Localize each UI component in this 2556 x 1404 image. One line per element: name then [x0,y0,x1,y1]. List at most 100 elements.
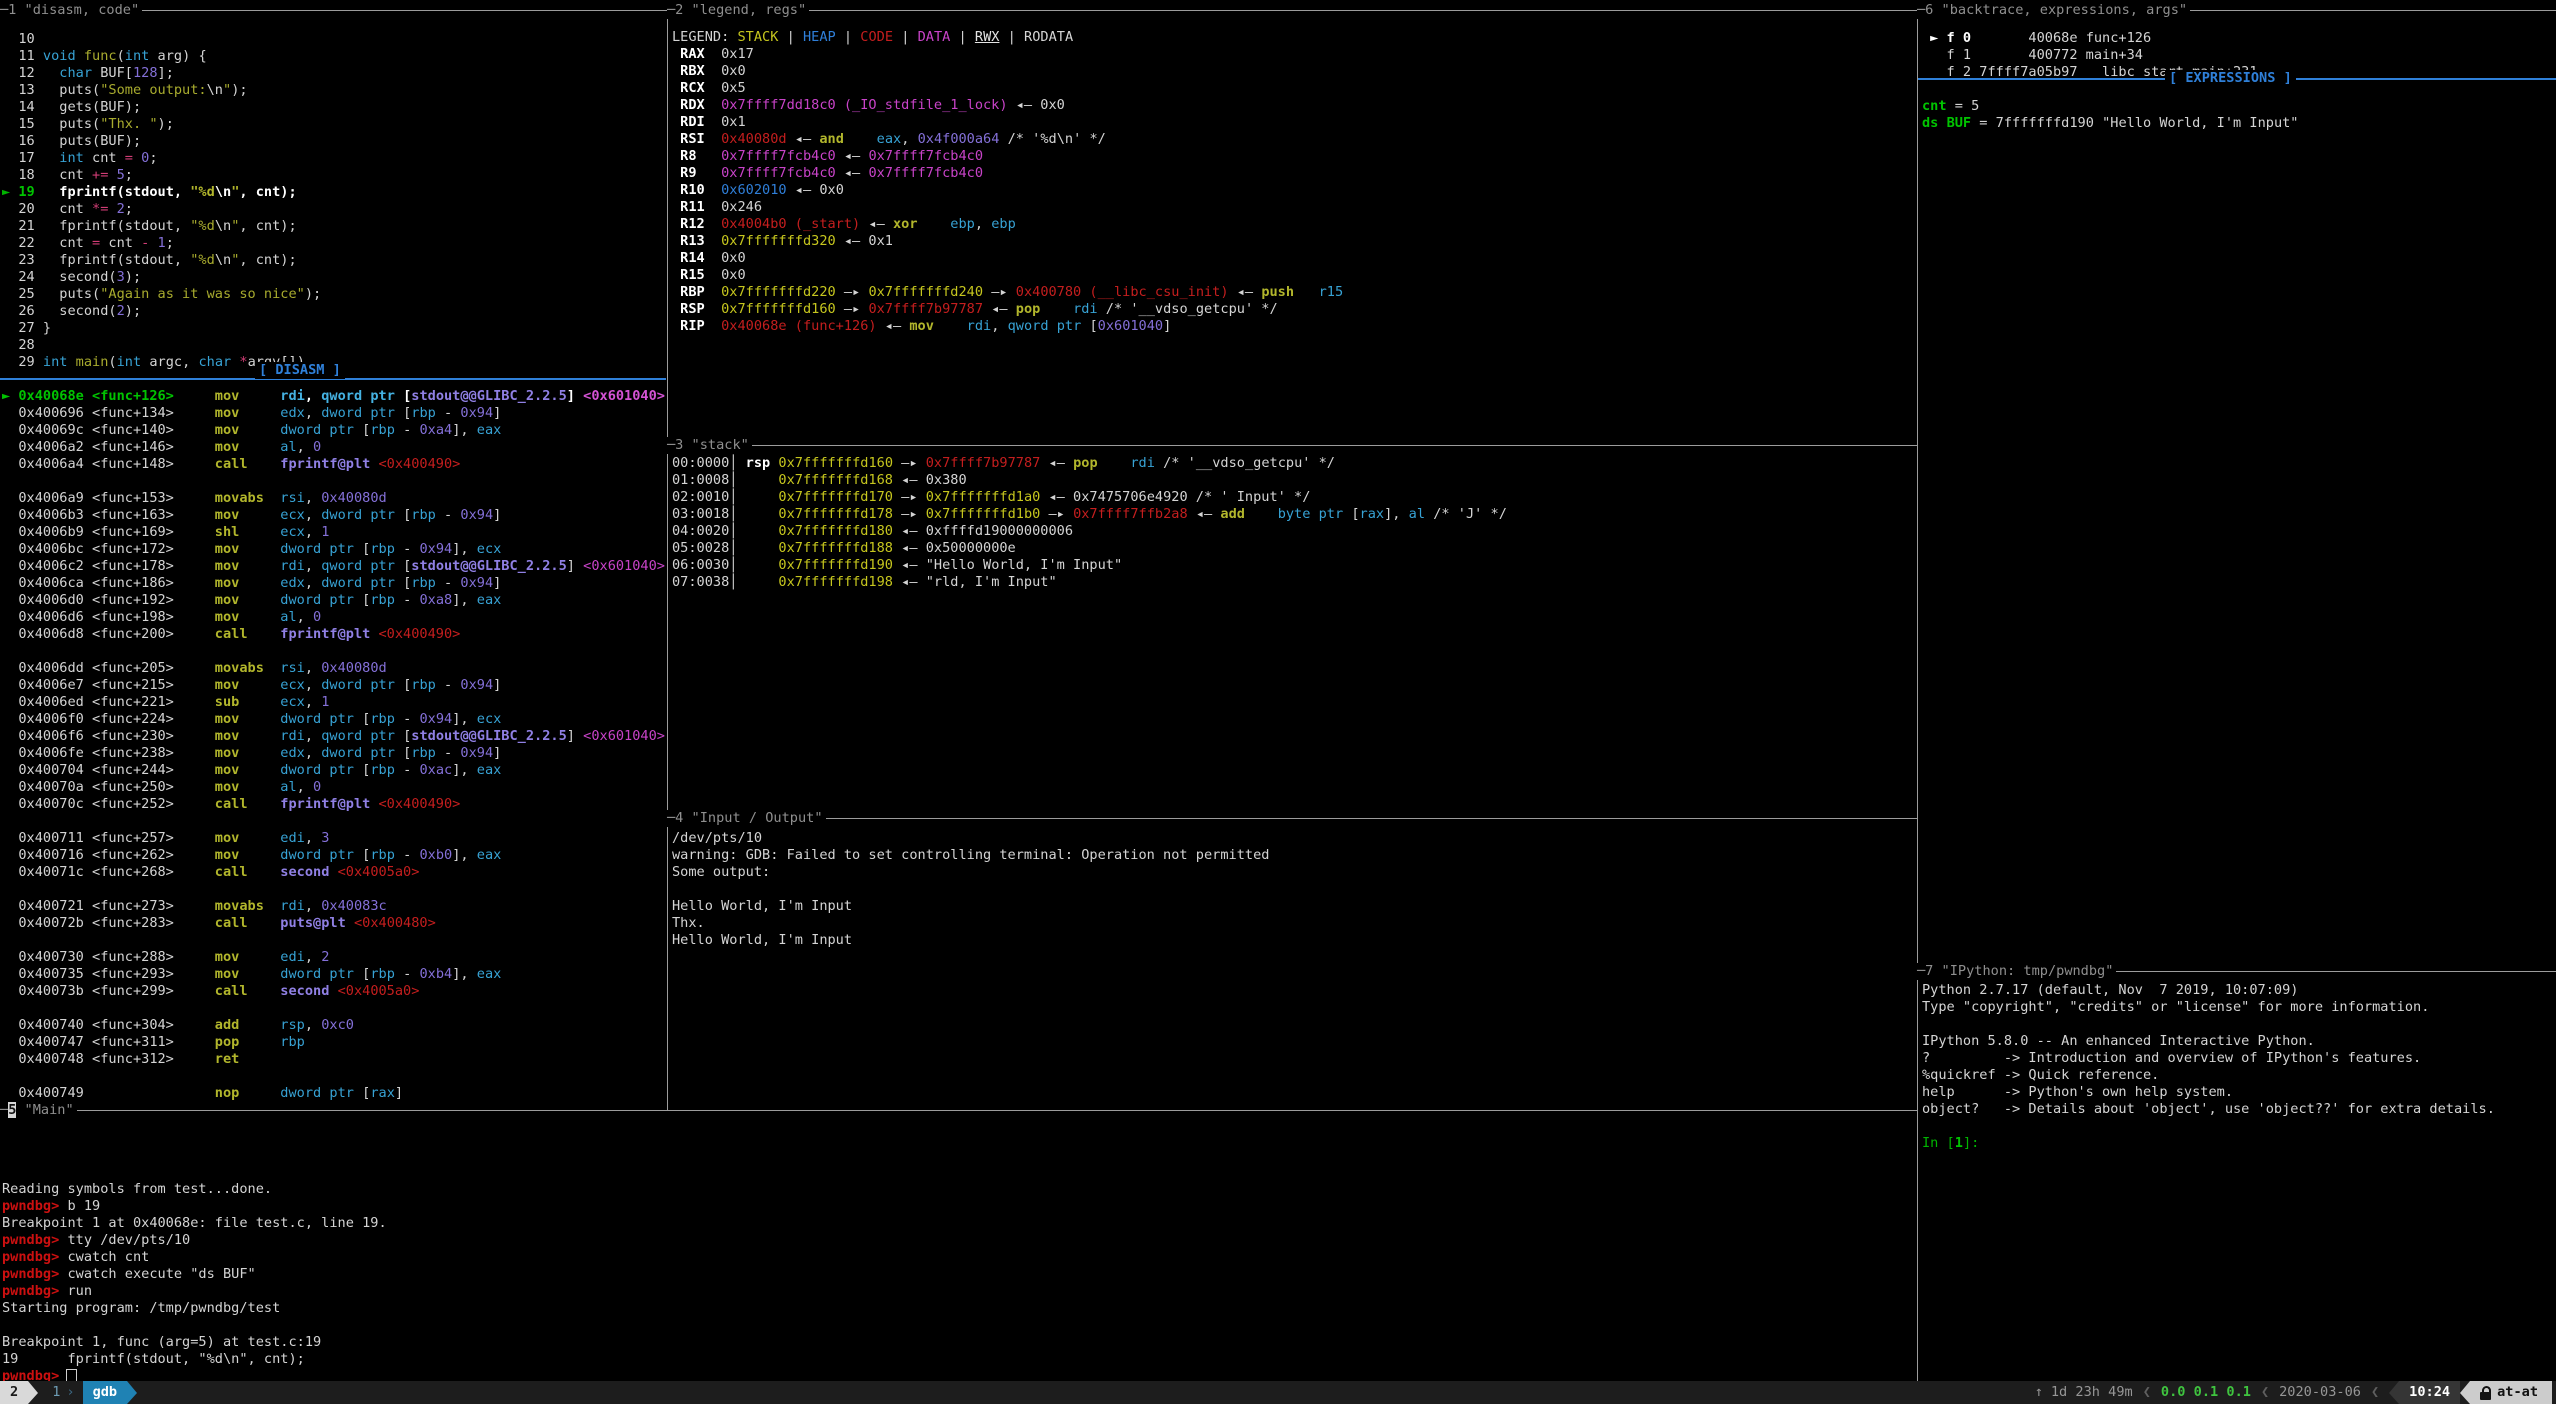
pane-ipython[interactable]: Python 2.7.17 (default, Nov 7 2019, 10:0… [1918,972,2556,1381]
terminal-line: %quickref -> Quick reference. [1922,1067,2495,1084]
terminal-line: 13 puts("Some output:\n"); [2,82,321,99]
window-index[interactable]: 1 [52,1384,60,1401]
terminal-line: 03:0018│ 0x7fffffffd178 —▸ 0x7fffffffd1b… [672,506,1507,523]
chevron-left-icon: ❮ [2143,1384,2151,1401]
terminal-line: 0x400749 nop dword ptr [rax] [2,1085,665,1102]
terminal-line [2,473,665,490]
terminal-line: 0x400747 <func+311> pop rbp [2,1034,665,1051]
terminal-line: pwndbg> b 19 [2,1198,387,1215]
terminal-line: ? -> Introduction and overview of IPytho… [1922,1050,2495,1067]
terminal-line: LEGEND: STACK | HEAP | CODE | DATA | RWX… [672,29,1343,46]
terminal-line: Some output: [672,864,1269,881]
terminal-line: 16 puts(BUF); [2,133,321,150]
terminal-line: 0x4006b9 <func+169> shl ecx, 1 [2,524,665,541]
status-left: 2 1 › gdb [0,1381,137,1404]
terminal-line: ds BUF = 7fffffffd190 "Hello World, I'm … [1922,115,2299,132]
io-listing: /dev/pts/10warning: GDB: Failed to set c… [672,830,1269,949]
terminal-line: 0x40071c <func+268> call second <0x4005a… [2,864,665,881]
pane-main-console[interactable]: Reading symbols from test...done.pwndbg>… [0,1111,1917,1381]
pane-title-io: ─4 "Input / Output" [667,810,826,827]
terminal-line: help -> Python's own help system. [1922,1084,2495,1101]
source-listing: 10 11 void func(int arg) { 12 char BUF[1… [2,31,321,371]
terminal-line: 25 puts("Again as it was so nice"); [2,286,321,303]
tmux-status-bar: 2 1 › gdb ↑ 1d 23h 49m ❮ 0.0 0.1 0.1 ❮ 2… [0,1381,2556,1404]
terminal-line: 0x40070c <func+252> call fprintf@plt <0x… [2,796,665,813]
terminal-line: 20 cnt *= 2; [2,201,321,218]
terminal-line: 23 fprintf(stdout, "%d\n", cnt); [2,252,321,269]
terminal-line: 0x4006fe <func+238> mov edx, dword ptr [… [2,745,665,762]
terminal-line: Type "copyright", "credits" or "license"… [1922,999,2495,1016]
terminal-line: 0x4006d6 <func+198> mov al, 0 [2,609,665,626]
terminal-line [2,1317,387,1334]
terminal-line: cnt = 5 [1922,98,2299,115]
terminal-line: Python 2.7.17 (default, Nov 7 2019, 10:0… [1922,982,2495,999]
terminal-line: pwndbg> cwatch cnt [2,1249,387,1266]
terminal-line: R12 0x4004b0 (_start) ◂— xor ebp, ebp [672,216,1343,233]
terminal-line: Breakpoint 1, func (arg=5) at test.c:19 [2,1334,387,1351]
terminal-line: 0x400696 <func+134> mov edx, dword ptr [… [2,405,665,422]
terminal-line: 26 second(2); [2,303,321,320]
gdb-console-listing[interactable]: Reading symbols from test...done.pwndbg>… [2,1181,387,1381]
pane-stack[interactable]: 00:0000│ rsp 0x7fffffffd160 —▸ 0x7ffff7b… [668,446,1916,817]
terminal-line: f 1 400772 main+34 [1922,47,2258,64]
terminal-line: 0x4006e7 <func+215> mov ecx, dword ptr [… [2,677,665,694]
terminal-line: pwndbg> tty /dev/pts/10 [2,1232,387,1249]
terminal-line: ─5 "Main" [0,1102,74,1119]
session-badge[interactable]: 2 [0,1381,28,1404]
terminal-line: ─2 "legend, regs" [667,2,806,19]
terminal-line: 0x4006bc <func+172> mov dword ptr [rbp -… [2,541,665,558]
terminal-line: pwndbg> [2,1368,387,1381]
pane-title-disasm-code: ─1 "disasm, code" [0,2,142,19]
terminal-line: RSI 0x40080d ◂— and eax, 0x4f000a64 /* '… [672,131,1343,148]
powerline-arrow-icon [127,1381,137,1404]
terminal-line: 0x400730 <func+288> mov edi, 2 [2,949,665,966]
terminal-line: 27 } [2,320,321,337]
tmux-terminal-screen: ─1 "disasm, code" ─2 "legend, regs" ─6 "… [0,0,2556,1404]
terminal-line: Breakpoint 1 at 0x40068e: file test.c, l… [2,1215,387,1232]
terminal-line: R11 0x246 [672,199,1343,216]
terminal-line [2,1000,665,1017]
terminal-line: ► f 0 40068e func+126 [1922,30,2258,47]
terminal-line [2,1068,665,1085]
pane-title-main: ─5 "Main" [0,1102,77,1119]
pane-legend-regs[interactable]: LEGEND: STACK | HEAP | CODE | DATA | RWX… [668,11,1916,444]
terminal-cursor[interactable] [67,1370,76,1381]
terminal-line: 18 cnt += 5; [2,167,321,184]
terminal-line: R8 0x7ffff7fcb4c0 ◂— 0x7ffff7fcb4c0 [672,148,1343,165]
terminal-line [2,643,665,660]
terminal-line: Reading symbols from test...done. [2,1181,387,1198]
terminal-line: 0x4006d0 <func+192> mov dword ptr [rbp -… [2,592,665,609]
terminal-line: 0x400740 <func+304> add rsp, 0xc0 [2,1017,665,1034]
terminal-line: R15 0x0 [672,267,1343,284]
terminal-line: 0x400748 <func+312> ret [2,1051,665,1068]
pane-backtrace-expressions[interactable]: ► f 0 40068e func+126 f 1 400772 main+34… [1918,11,2556,970]
powerline-arrow-icon [28,1381,38,1404]
terminal-line: 0x4006b3 <func+163> mov ecx, dword ptr [… [2,507,665,524]
pane-input-output[interactable]: /dev/pts/10warning: GDB: Failed to set c… [668,819,1916,1109]
terminal-line: ─3 "stack" [667,437,749,454]
powerline-arrow-icon [2460,1381,2470,1404]
terminal-line: RSP 0x7fffffffd160 —▸ 0x7ffff7b97787 ◂— … [672,301,1343,318]
terminal-line: pwndbg> run [2,1283,387,1300]
terminal-line: 04:0020│ 0x7fffffffd180 ◂— 0xffffd190000… [672,523,1507,540]
terminal-line: Hello World, I'm Input [672,932,1269,949]
terminal-line: 0x4006ed <func+221> sub ecx, 1 [2,694,665,711]
terminal-line: 05:0028│ 0x7fffffffd188 ◂— 0x50000000e [672,540,1507,557]
date-text: 2020-03-06 [2279,1384,2361,1401]
terminal-line: 0x40069c <func+140> mov dword ptr [rbp -… [2,422,665,439]
pane-disasm-code[interactable]: 10 11 void func(int arg) { 12 char BUF[1… [0,11,666,1109]
terminal-line: ► 19 fprintf(stdout, "%d\n", cnt); [2,184,321,201]
terminal-line [2,881,665,898]
active-window-gdb[interactable]: gdb [83,1381,128,1404]
terminal-line: 24 second(3); [2,269,321,286]
terminal-line: RBP 0x7fffffffd220 —▸ 0x7fffffffd240 —▸ … [672,284,1343,301]
terminal-line: /dev/pts/10 [672,830,1269,847]
load-average: 0.0 0.1 0.1 [2161,1384,2251,1401]
chevron-icon: › [66,1384,74,1401]
terminal-line: R14 0x0 [672,250,1343,267]
terminal-line: 15 puts("Thx. "); [2,116,321,133]
terminal-line: 11 void func(int arg) { [2,48,321,65]
ipython-listing[interactable]: Python 2.7.17 (default, Nov 7 2019, 10:0… [1922,982,2495,1152]
terminal-line: RDX 0x7ffff7dd18c0 (_IO_stdfile_1_lock) … [672,97,1343,114]
terminal-line: 14 gets(BUF); [2,99,321,116]
